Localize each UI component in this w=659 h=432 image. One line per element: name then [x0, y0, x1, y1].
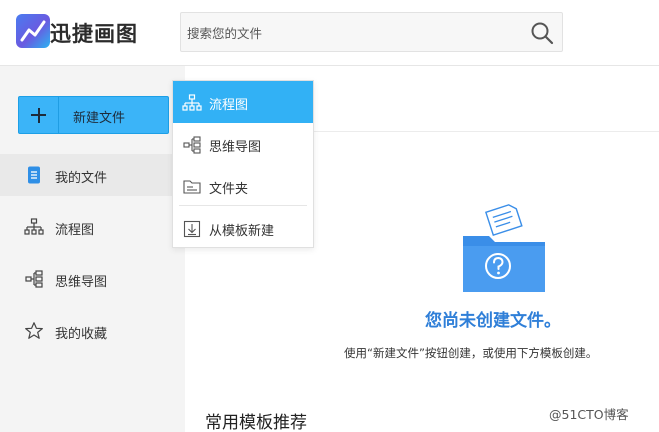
- star-icon: [24, 321, 44, 341]
- document-icon: [24, 165, 44, 185]
- sidebar-item-label: 我的收藏: [55, 327, 108, 342]
- sidebar: 新建文件 我的文件 流程图 思维导图 我的收藏: [0, 66, 185, 432]
- plus-icon: [19, 97, 59, 133]
- watermark-text: @51CTO博客: [549, 407, 629, 422]
- sidebar-item-my-files[interactable]: 我的文件: [0, 154, 185, 196]
- menu-item-label: 文件夹: [209, 182, 249, 197]
- sidebar-item-label: 流程图: [55, 223, 95, 238]
- sidebar-item-mindmap[interactable]: 思维导图: [0, 258, 185, 300]
- app-logo-icon[interactable]: [16, 14, 50, 48]
- folder-icon: [182, 177, 202, 197]
- menu-item-label: 流程图: [209, 98, 249, 113]
- mindmap-icon: [182, 135, 202, 155]
- templates-section-title: 常用模板推荐: [205, 413, 307, 432]
- menu-item-flowchart[interactable]: 流程图: [173, 81, 313, 123]
- flowchart-icon: [182, 93, 202, 113]
- empty-state-description: 使用“新建文件”按钮创建，或使用下方模板创建。: [344, 346, 598, 360]
- sidebar-item-favorites[interactable]: 我的收藏: [0, 310, 185, 352]
- empty-folder-illustration-icon: [461, 202, 547, 298]
- menu-item-label: 思维导图: [209, 140, 262, 155]
- new-file-dropdown-menu: 流程图 思维导图 文件夹 从模板新建: [172, 80, 314, 248]
- mindmap-icon: [24, 269, 44, 289]
- empty-state-title: 您尚未创建文件。: [425, 311, 561, 331]
- search-box[interactable]: [180, 12, 563, 52]
- sidebar-item-flowchart[interactable]: 流程图: [0, 206, 185, 248]
- sidebar-item-label: 思维导图: [55, 275, 108, 290]
- sidebar-item-label: 我的文件: [55, 171, 108, 186]
- new-file-button[interactable]: 新建文件: [18, 96, 169, 134]
- search-icon[interactable]: [530, 21, 554, 45]
- menu-item-label: 从模板新建: [209, 224, 275, 239]
- app-brand-name[interactable]: 迅捷画图: [50, 18, 138, 48]
- new-file-label: 新建文件: [73, 111, 126, 126]
- app-page: 迅捷画图 新建文件: [0, 0, 659, 432]
- search-input[interactable]: [187, 22, 507, 44]
- top-header: 迅捷画图: [0, 0, 659, 66]
- flowchart-icon: [24, 217, 44, 237]
- template-icon: [182, 219, 202, 239]
- menu-item-folder[interactable]: 文件夹: [173, 165, 313, 207]
- menu-item-from-template[interactable]: 从模板新建: [173, 207, 313, 249]
- menu-item-mindmap[interactable]: 思维导图: [173, 123, 313, 165]
- menu-divider: [179, 205, 307, 206]
